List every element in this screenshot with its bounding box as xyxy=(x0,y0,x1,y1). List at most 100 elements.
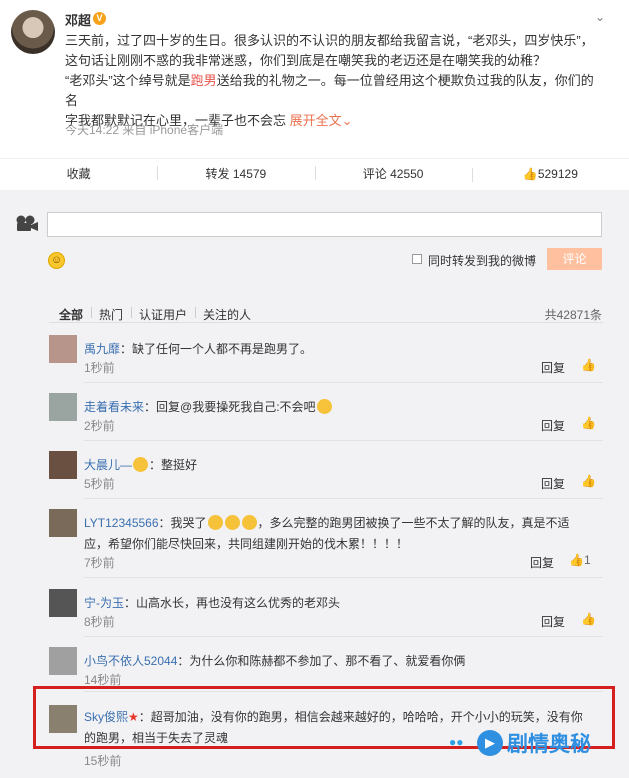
commenter-name[interactable]: 宁-为玉 xyxy=(84,596,124,610)
commenter-avatar[interactable] xyxy=(49,335,77,363)
comment-like-button[interactable]: 👍 xyxy=(581,416,596,430)
comment-button[interactable]: 评论 42550 xyxy=(314,165,472,182)
comment-like-count: 1 xyxy=(583,553,591,567)
comment-filter-tabs: 全部 热门 认证用户 关注的人 xyxy=(59,306,259,323)
favorite-button[interactable]: 收藏 xyxy=(0,165,157,182)
post-line-2: 这句话让刚刚不惑的我非常迷惑，你们到底是在嘲笑我的老迈还是在嘲笑我的幼稚？ xyxy=(65,53,547,68)
comment-colon: ： xyxy=(120,342,133,356)
comment-time: 8秒前 xyxy=(84,615,115,629)
comment-line-2: 应，希望你们能尽快回来，共同组建刚开始的伐木累！！！！ xyxy=(84,537,409,551)
post-menu-chevron-icon[interactable]: ⌄ xyxy=(595,10,605,24)
wechat-icon: ●● xyxy=(449,735,464,749)
post-highlight-link[interactable]: 跑男 xyxy=(191,73,217,88)
comment-body: 整挺好 xyxy=(161,458,198,472)
watermark: ●● ▶ 剧情奥秘 xyxy=(449,728,591,758)
comment-body: 缺了任何一个人都不再是跑男了。 xyxy=(132,342,313,356)
comment-like-button[interactable]: 👍 xyxy=(581,612,596,626)
commenter-name[interactable]: 走着看未来 xyxy=(84,400,144,414)
commenter-name[interactable]: 大晨儿— xyxy=(84,458,132,472)
watermark-text: 剧情奥秘 xyxy=(507,732,591,756)
comment-divider xyxy=(84,382,603,383)
comment-total: 共42871条 xyxy=(544,308,602,322)
author-avatar[interactable] xyxy=(11,10,55,54)
post-line-3: “老邓头”这个绰号就是跑男送给我的礼物之一。每一位曾经用这个梗欺负过我的队友，你… xyxy=(65,71,605,111)
commenter-avatar[interactable] xyxy=(49,393,77,421)
filter-verified[interactable]: 认证用户 xyxy=(131,306,195,323)
comment-colon: ： xyxy=(158,516,171,530)
expand-label: 展开全文 xyxy=(289,113,342,128)
reply-button[interactable]: 回复 xyxy=(530,554,554,571)
repost-button[interactable]: 转发 14579 xyxy=(157,165,314,182)
post-meta: 今天14:22 来自 iPhone客户端 xyxy=(65,123,224,137)
thumb-up-icon: 👍 xyxy=(581,474,596,488)
filter-all[interactable]: 全部 xyxy=(59,306,91,323)
comment-divider xyxy=(84,636,603,637)
reply-button[interactable]: 回复 xyxy=(541,475,565,492)
comment-body: 山高水长，再也没有这么优秀的老邓头 xyxy=(136,596,341,610)
camera-avatar-icon xyxy=(16,215,38,231)
reply-button[interactable]: 回复 xyxy=(541,417,565,434)
reply-button[interactable]: 回复 xyxy=(541,613,565,630)
comment-time: 5秒前 xyxy=(84,477,115,491)
expand-chevron-icon: ⌄ xyxy=(341,113,353,128)
reply-button[interactable]: 回复 xyxy=(541,359,565,376)
comment-colon: ： xyxy=(177,654,190,668)
comment-text: LYT12345566：我哭了 ，多么完整的跑男团被换了一些不太了解的队友，真是不… xyxy=(84,513,601,555)
crying-emoji-icon xyxy=(241,515,257,530)
commenter-avatar[interactable] xyxy=(49,589,77,617)
comment-like-button[interactable]: 👍 xyxy=(581,474,596,488)
emoji-icon xyxy=(316,399,332,414)
comment-like-button[interactable]: 👍 xyxy=(581,358,596,372)
repost-checkbox-label: 同时转发到我的微博 xyxy=(428,254,537,268)
thumb-up-icon: 👍 xyxy=(581,358,596,372)
comment-input[interactable] xyxy=(47,212,602,237)
comment-text: 走着看未来：回复@我要操死我自己:不会吧 xyxy=(84,397,601,418)
post-text: 三天前，过了四十岁的生日。很多认识的不认识的朋友都给我留言说，“老邓头，四岁快乐… xyxy=(65,31,605,131)
comment-text: 禹九靡：缺了任何一个人都不再是跑男了。 xyxy=(84,339,601,360)
post-action-bar: 收藏 转发 14579 评论 42550 👍529129 xyxy=(0,158,629,188)
filter-divider xyxy=(49,322,603,323)
filter-following[interactable]: 关注的人 xyxy=(195,306,259,323)
comment-divider xyxy=(84,498,603,499)
verified-badge-icon: V xyxy=(93,12,106,25)
play-logo-icon: ▶ xyxy=(477,730,503,756)
repost-checkbox[interactable] xyxy=(412,254,422,264)
commenter-name[interactable]: LYT12345566 xyxy=(84,516,159,530)
comment-time: 1秒前 xyxy=(84,361,115,375)
comment-time: 15秒前 xyxy=(84,754,122,768)
commenter-name[interactable]: 小鸟不依人52044 xyxy=(84,654,177,668)
author-name[interactable]: 邓超 xyxy=(65,10,91,29)
thumb-up-icon: 👍 xyxy=(522,166,538,181)
comment-colon: ： xyxy=(149,458,162,472)
crying-emoji-icon xyxy=(224,515,240,530)
comment-line-1: LYT12345566：我哭了 ，多么完整的跑男团被换了一些不太了解的队友，真是不… xyxy=(84,513,601,534)
expand-full-text-link[interactable]: 展开全文⌄ xyxy=(290,113,353,128)
comment-divider xyxy=(84,440,603,441)
post-line-1: 三天前，过了四十岁的生日。很多认识的不认识的朋友都给我留言说，“老邓头，四岁快乐… xyxy=(65,33,594,48)
comment-text: 宁-为玉：山高水长，再也没有这么优秀的老邓头 xyxy=(84,593,601,614)
like-button[interactable]: 👍529129 xyxy=(471,166,629,182)
like-count: 529129 xyxy=(537,166,578,181)
thumb-up-icon: 👍 xyxy=(581,416,596,430)
filter-hot[interactable]: 热门 xyxy=(91,306,131,323)
comment-body-b: ，多么完整的跑男团被换了一些不太了解的队友，真是不适 xyxy=(257,516,570,530)
comment-time: 7秒前 xyxy=(84,556,115,570)
thumb-up-icon: 👍 xyxy=(569,553,584,567)
emoji-smiley-icon[interactable]: ☺ xyxy=(48,252,65,269)
commenter-avatar[interactable] xyxy=(49,647,77,675)
comment-divider xyxy=(84,577,603,578)
emoji-icon xyxy=(133,457,149,472)
comment-body: 我哭了 xyxy=(170,516,207,530)
commenter-avatar[interactable] xyxy=(49,509,77,537)
submit-comment-button[interactable]: 评论 xyxy=(547,248,602,270)
commenter-name[interactable]: 禹九靡 xyxy=(84,342,120,356)
comment-body: 回复@我要操死我自己:不会吧 xyxy=(156,400,316,414)
comment-time: 2秒前 xyxy=(84,419,115,433)
post-line-3-a: “老邓头”这个绰号就是 xyxy=(65,73,191,88)
comment-text: 小鸟不依人52044：为什么你和陈赫都不参加了、那不看了、就爱看你俩 xyxy=(84,651,601,672)
comment-text: 大晨儿— ：整挺好 xyxy=(84,455,601,476)
commenter-avatar[interactable] xyxy=(49,451,77,479)
comment-body: 为什么你和陈赫都不参加了、那不看了、就爱看你俩 xyxy=(189,654,466,668)
comment-like-button[interactable]: 👍1 xyxy=(569,553,591,567)
comment-colon: ： xyxy=(144,400,157,414)
